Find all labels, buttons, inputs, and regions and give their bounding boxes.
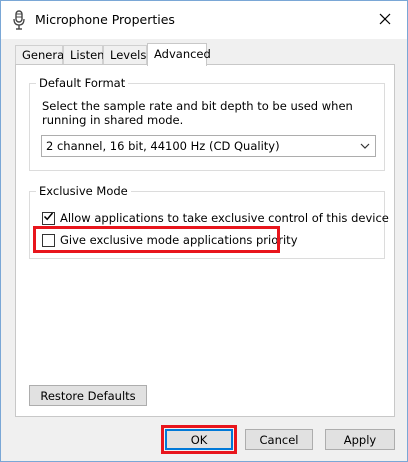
allow-exclusive-label: Allow applications to take exclusive con…: [60, 211, 389, 225]
allow-exclusive-checkbox[interactable]: [42, 211, 55, 225]
tab-advanced[interactable]: Advanced: [147, 43, 211, 66]
tab-listen[interactable]: Listen: [63, 45, 104, 65]
sample-format-dropdown[interactable]: 2 channel, 16 bit, 44100 Hz (CD Quality): [41, 135, 376, 157]
restore-defaults-button[interactable]: Restore Defaults: [29, 385, 147, 406]
advanced-tab-panel: Default Format Select the sample rate an…: [15, 64, 395, 417]
exclusive-priority-option[interactable]: Give exclusive mode applications priorit…: [42, 232, 298, 248]
checkmark-icon: [43, 211, 54, 225]
default-format-group: Default Format Select the sample rate an…: [29, 76, 385, 171]
microphone-properties-dialog: Microphone Properties General Listen Lev…: [0, 0, 408, 462]
exclusive-mode-group: Exclusive Mode Allow applications to tak…: [29, 184, 389, 259]
exclusive-mode-legend: Exclusive Mode: [36, 184, 131, 198]
sample-format-selected: 2 channel, 16 bit, 44100 Hz (CD Quality): [46, 139, 280, 153]
chevron-down-icon: [355, 143, 375, 149]
close-button[interactable]: [363, 1, 407, 39]
default-format-description: Select the sample rate and bit depth to …: [42, 99, 353, 127]
apply-button[interactable]: Apply: [325, 429, 395, 450]
tab-general[interactable]: General: [15, 45, 67, 65]
tab-levels[interactable]: Levels: [103, 45, 147, 65]
microphone-icon: [11, 10, 27, 30]
ok-button[interactable]: OK: [165, 429, 233, 450]
close-icon: [379, 13, 391, 28]
window-title: Microphone Properties: [35, 12, 175, 27]
exclusive-priority-label: Give exclusive mode applications priorit…: [60, 233, 298, 247]
title-bar[interactable]: Microphone Properties: [1, 1, 407, 39]
cancel-button[interactable]: Cancel: [245, 429, 313, 450]
exclusive-priority-checkbox[interactable]: [42, 233, 55, 247]
allow-exclusive-control-option[interactable]: Allow applications to take exclusive con…: [42, 210, 389, 226]
default-format-legend: Default Format: [36, 76, 129, 90]
